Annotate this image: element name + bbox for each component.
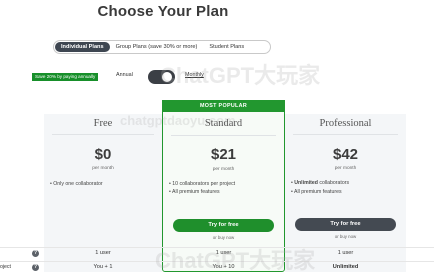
plan-price: $42 xyxy=(332,146,359,163)
row-divider xyxy=(0,261,434,262)
free-users-cell: 1 user xyxy=(95,250,111,256)
standard-collaborators-cell: You + 10 xyxy=(212,264,235,270)
plan-name: Free xyxy=(93,118,113,129)
feature-text: All premium features xyxy=(293,189,342,195)
price-period: per month xyxy=(334,166,357,171)
tab-group-plans[interactable]: Group Plans (save 30% or more) xyxy=(110,42,204,52)
divider xyxy=(171,135,276,136)
billing-toggle[interactable] xyxy=(148,70,175,84)
price-period: per month xyxy=(212,167,235,172)
feature-item: • Only one collaborator xyxy=(50,181,103,187)
feature-text: collaborators xyxy=(317,180,350,186)
annual-label[interactable]: Annual xyxy=(116,72,133,78)
buy-now-link[interactable]: or buy now xyxy=(285,234,406,239)
professional-users-cell: 1 user xyxy=(337,250,354,256)
try-for-free-button[interactable]: Try for free xyxy=(295,218,396,231)
plan-card-professional: Professional $42 per month • Unlimited c… xyxy=(285,114,406,272)
feature-text: Only one collaborator xyxy=(53,181,103,187)
feature-item: • All premium features xyxy=(291,189,342,195)
question-circle-icon[interactable]: ? xyxy=(32,250,39,257)
row-label-collaborators: oject xyxy=(0,264,11,270)
feature-bold: Unlimited xyxy=(294,180,318,186)
standard-users-cell: 1 user xyxy=(215,250,232,256)
plan-name: Standard xyxy=(204,118,243,129)
divider xyxy=(293,134,398,135)
feature-item: • 10 collaborators per project xyxy=(169,181,236,187)
feature-item: • All premium features xyxy=(169,189,220,195)
plan-card-free: Free $0 per month • Only one collaborato… xyxy=(44,114,162,272)
try-for-free-button[interactable]: Try for free xyxy=(173,219,274,232)
buy-now-link[interactable]: or buy now xyxy=(163,235,284,240)
tab-individual-plans[interactable]: Individual Plans xyxy=(55,42,110,52)
divider xyxy=(52,134,154,135)
feature-item: • Unlimited collaborators xyxy=(291,180,350,186)
save-annually-badge: Save 20% by paying annually xyxy=(32,73,99,81)
billing-toggle-knob xyxy=(162,72,172,82)
plan-price: $21 xyxy=(210,146,237,163)
question-circle-icon[interactable]: ? xyxy=(32,264,39,271)
plan-price: $0 xyxy=(94,146,112,163)
plan-name: Professional xyxy=(319,118,372,129)
feature-text: All premium features xyxy=(171,189,220,195)
free-collaborators-cell: You + 1 xyxy=(93,264,113,270)
professional-collaborators-cell: Unlimited xyxy=(332,264,359,270)
feature-text: 10 collaborators per project xyxy=(172,181,236,187)
row-divider xyxy=(0,247,434,248)
most-popular-badge: MOST POPULAR xyxy=(162,100,285,112)
plan-type-tabs: Individual Plans Group Plans (save 30% o… xyxy=(53,40,271,54)
price-period: per month xyxy=(92,166,114,171)
page-title: Choose Your Plan xyxy=(97,3,229,20)
tab-student-plans[interactable]: Student Plans xyxy=(203,42,250,52)
monthly-label[interactable]: Monthly xyxy=(185,72,204,78)
